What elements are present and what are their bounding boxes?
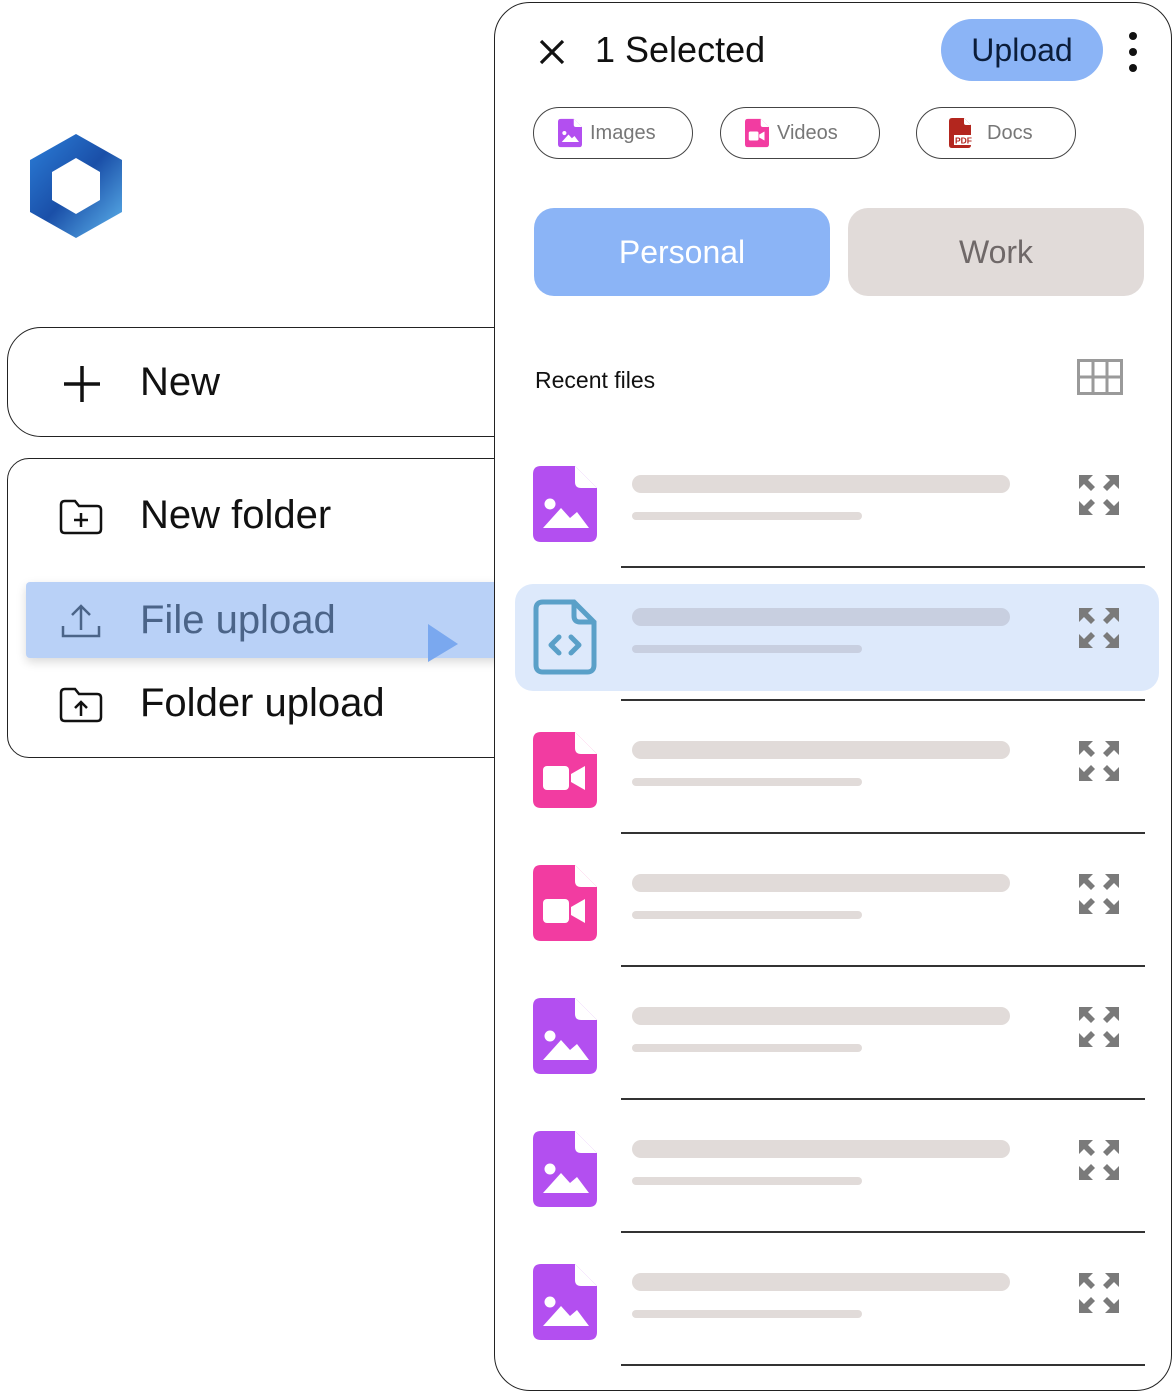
file-row[interactable] [495, 466, 1173, 599]
file-meta-placeholder [632, 1044, 862, 1052]
selection-count: 1 Selected [595, 29, 766, 70]
file-meta-placeholder [632, 1310, 862, 1318]
row-divider [621, 699, 1145, 701]
folder-upload-icon [59, 687, 103, 723]
expand-icon[interactable] [1077, 473, 1121, 517]
file-name-placeholder [632, 1140, 1010, 1158]
upload-icon [61, 604, 101, 638]
svg-text:PDF: PDF [955, 136, 972, 146]
more-vertical-icon[interactable] [1125, 31, 1141, 73]
image-file-icon [533, 1131, 597, 1207]
filter-videos[interactable]: Videos [720, 107, 880, 159]
file-row[interactable] [495, 1264, 1173, 1397]
filter-label: Videos [777, 122, 838, 144]
expand-icon[interactable] [1077, 739, 1121, 783]
plus-icon [64, 366, 100, 402]
filter-images[interactable]: Images [533, 107, 693, 159]
video-file-icon [533, 865, 597, 941]
file-name-placeholder [632, 1273, 1010, 1291]
file-meta-placeholder [632, 1177, 862, 1185]
menu-item-new-folder[interactable]: New folder [8, 477, 566, 553]
new-button[interactable]: New [7, 327, 567, 437]
menu-item-label: New folder [140, 493, 332, 537]
file-meta-placeholder [632, 512, 862, 520]
pdf-file-icon: PDF [949, 118, 973, 148]
file-row[interactable] [495, 865, 1173, 998]
row-divider [621, 965, 1145, 967]
new-menu: New folder File upload Folder upload [7, 458, 567, 758]
filter-label: Docs [987, 122, 1033, 144]
tab-personal[interactable]: Personal [534, 208, 830, 296]
grid-view-icon[interactable] [1077, 359, 1123, 395]
video-file-icon [745, 118, 769, 148]
menu-item-folder-upload[interactable]: Folder upload [8, 665, 566, 741]
image-file-icon [558, 118, 582, 148]
expand-icon[interactable] [1077, 1138, 1121, 1182]
tab-label: Work [958, 234, 1034, 270]
file-name-placeholder [632, 608, 1010, 626]
file-row[interactable] [495, 584, 1173, 732]
file-meta-placeholder [632, 645, 862, 653]
video-file-icon [533, 732, 597, 808]
hexagon-logo-icon [26, 132, 126, 240]
file-row[interactable] [495, 732, 1173, 865]
expand-icon[interactable] [1077, 872, 1121, 916]
row-divider [621, 566, 1145, 568]
image-file-icon [533, 998, 597, 1074]
upload-panel: 1 Selected Upload Images Videos PDF Docs… [494, 2, 1172, 1391]
filter-label: Images [590, 122, 656, 144]
row-divider [621, 832, 1145, 834]
file-name-placeholder [632, 874, 1010, 892]
recent-files-heading: Recent files [535, 367, 656, 393]
expand-icon[interactable] [1077, 1005, 1121, 1049]
expand-icon[interactable] [1077, 1271, 1121, 1315]
new-button-label: New [140, 360, 221, 404]
file-row[interactable] [495, 998, 1173, 1131]
file-row[interactable] [495, 1131, 1173, 1264]
filter-docs[interactable]: PDF Docs [916, 107, 1076, 159]
close-icon[interactable] [537, 37, 567, 67]
file-meta-placeholder [632, 778, 862, 786]
menu-item-label: File upload [140, 598, 336, 642]
row-divider [621, 1231, 1145, 1233]
menu-item-file-upload[interactable]: File upload [26, 582, 546, 658]
upload-button[interactable]: Upload [941, 19, 1103, 81]
row-divider [621, 1364, 1145, 1366]
tab-work[interactable]: Work [848, 208, 1144, 296]
file-name-placeholder [632, 475, 1010, 493]
row-divider [621, 1098, 1145, 1100]
cursor-icon [428, 624, 458, 662]
folder-plus-icon [59, 499, 103, 535]
row-highlight [515, 584, 1159, 691]
menu-item-label: Folder upload [140, 681, 385, 725]
tab-label: Personal [618, 234, 746, 270]
file-name-placeholder [632, 1007, 1010, 1025]
file-meta-placeholder [632, 911, 862, 919]
image-file-icon [533, 466, 597, 542]
code-file-icon [533, 599, 597, 675]
expand-icon[interactable] [1077, 606, 1121, 650]
file-name-placeholder [632, 741, 1010, 759]
image-file-icon [533, 1264, 597, 1340]
